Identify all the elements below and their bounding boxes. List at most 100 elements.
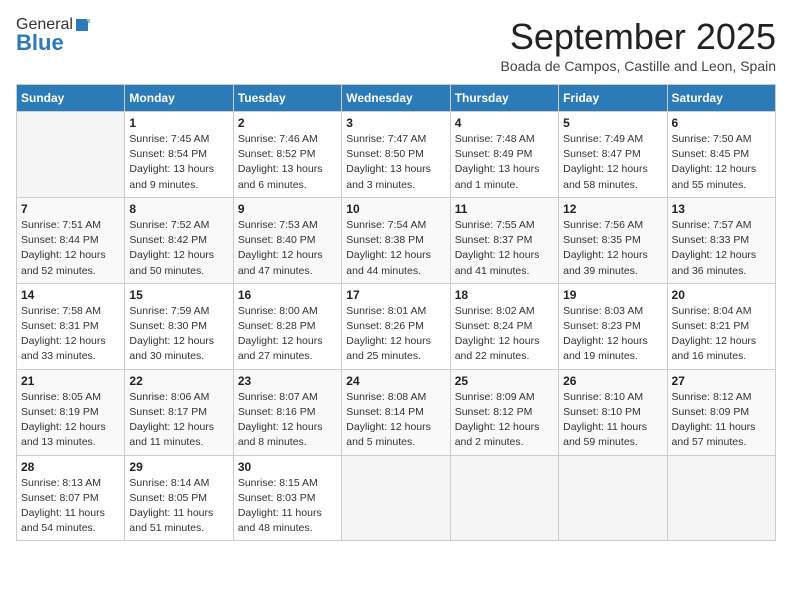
calendar-cell: 6 Sunrise: 7:50 AMSunset: 8:45 PMDaylight… [667,112,775,198]
calendar-cell: 23 Sunrise: 8:07 AMSunset: 8:16 PMDayligh… [233,369,341,455]
day-info: Sunrise: 8:15 AMSunset: 8:03 PMDaylight:… [238,476,337,537]
header-monday: Monday [125,85,233,112]
calendar-cell: 13Sunrise: 7:57 AMSunset: 8:33 PMDayligh… [667,197,775,283]
calendar-cell: 18 Sunrise: 8:02 AMSunset: 8:24 PMDayligh… [450,283,558,369]
calendar-cell: 9Sunrise: 7:53 AMSunset: 8:40 PMDaylight… [233,197,341,283]
day-number: 11 [455,202,554,216]
day-number: 8 [129,202,228,216]
day-info: Sunrise: 8:10 AMSunset: 8:10 PMDaylight:… [563,390,662,451]
day-info: Sunrise: 8:05 AMSunset: 8:19 PMDaylight:… [21,390,120,451]
calendar-cell: 27Sunrise: 8:12 AMSunset: 8:09 PMDayligh… [667,369,775,455]
day-info: Sunrise: 7:58 AMSunset: 8:31 PMDaylight:… [21,304,120,365]
calendar-header: SundayMondayTuesdayWednesdayThursdayFrid… [17,85,776,112]
day-number: 15 [129,288,228,302]
day-info: Sunrise: 7:56 AMSunset: 8:35 PMDaylight:… [563,218,662,279]
day-number: 19 [563,288,662,302]
day-info: Sunrise: 8:02 AMSunset: 8:24 PMDaylight:… [455,304,554,365]
calendar-cell [667,455,775,541]
day-number: 26 [563,374,662,388]
calendar-cell [342,455,450,541]
logo-icon [74,17,90,33]
header-row: SundayMondayTuesdayWednesdayThursdayFrid… [17,85,776,112]
page-header: General Blue September 2025 Boada de Cam… [16,16,776,74]
day-number: 29 [129,460,228,474]
day-info: Sunrise: 8:07 AMSunset: 8:16 PMDaylight:… [238,390,337,451]
header-thursday: Thursday [450,85,558,112]
day-info: Sunrise: 7:50 AMSunset: 8:45 PMDaylight:… [672,132,771,193]
location-title: Boada de Campos, Castille and Leon, Spai… [500,58,776,74]
day-info: Sunrise: 7:54 AMSunset: 8:38 PMDaylight:… [346,218,445,279]
calendar-cell: 8 Sunrise: 7:52 AMSunset: 8:42 PMDaylight… [125,197,233,283]
calendar-cell: 4Sunrise: 7:48 AMSunset: 8:49 PMDaylight… [450,112,558,198]
day-number: 18 [455,288,554,302]
week-row-0: 1 Sunrise: 7:45 AMSunset: 8:54 PMDaylight… [17,112,776,198]
day-number: 27 [672,374,771,388]
day-info: Sunrise: 8:01 AMSunset: 8:26 PMDaylight:… [346,304,445,365]
day-number: 20 [672,288,771,302]
day-number: 22 [129,374,228,388]
day-info: Sunrise: 8:13 AMSunset: 8:07 PMDaylight:… [21,476,120,537]
day-info: Sunrise: 8:08 AMSunset: 8:14 PMDaylight:… [346,390,445,451]
calendar-cell: 16Sunrise: 8:00 AMSunset: 8:28 PMDayligh… [233,283,341,369]
calendar-body: 1 Sunrise: 7:45 AMSunset: 8:54 PMDaylight… [17,112,776,541]
calendar-cell: 17 Sunrise: 8:01 AMSunset: 8:26 PMDayligh… [342,283,450,369]
day-number: 4 [455,116,554,130]
day-number: 16 [238,288,337,302]
week-row-3: 21 Sunrise: 8:05 AMSunset: 8:19 PMDayligh… [17,369,776,455]
calendar-cell: 30 Sunrise: 8:15 AMSunset: 8:03 PMDayligh… [233,455,341,541]
day-number: 30 [238,460,337,474]
day-info: Sunrise: 8:06 AMSunset: 8:17 PMDaylight:… [129,390,228,451]
calendar-cell: 11 Sunrise: 7:55 AMSunset: 8:37 PMDayligh… [450,197,558,283]
header-sunday: Sunday [17,85,125,112]
calendar-cell: 19 Sunrise: 8:03 AMSunset: 8:23 PMDayligh… [559,283,667,369]
header-friday: Friday [559,85,667,112]
calendar-cell: 1 Sunrise: 7:45 AMSunset: 8:54 PMDaylight… [125,112,233,198]
calendar-cell: 3Sunrise: 7:47 AMSunset: 8:50 PMDaylight… [342,112,450,198]
calendar-cell: 22 Sunrise: 8:06 AMSunset: 8:17 PMDayligh… [125,369,233,455]
day-number: 13 [672,202,771,216]
day-number: 24 [346,374,445,388]
day-number: 6 [672,116,771,130]
day-info: Sunrise: 7:45 AMSunset: 8:54 PMDaylight:… [129,132,228,193]
day-number: 5 [563,116,662,130]
day-number: 7 [21,202,120,216]
calendar-cell: 12 Sunrise: 7:56 AMSunset: 8:35 PMDayligh… [559,197,667,283]
calendar-cell [450,455,558,541]
day-number: 12 [563,202,662,216]
day-number: 17 [346,288,445,302]
calendar-cell: 14 Sunrise: 7:58 AMSunset: 8:31 PMDayligh… [17,283,125,369]
calendar-cell: 26 Sunrise: 8:10 AMSunset: 8:10 PMDayligh… [559,369,667,455]
header-wednesday: Wednesday [342,85,450,112]
day-info: Sunrise: 7:47 AMSunset: 8:50 PMDaylight:… [346,132,445,193]
calendar-cell [559,455,667,541]
day-number: 14 [21,288,120,302]
day-info: Sunrise: 7:52 AMSunset: 8:42 PMDaylight:… [129,218,228,279]
day-number: 23 [238,374,337,388]
calendar-cell: 2 Sunrise: 7:46 AMSunset: 8:52 PMDaylight… [233,112,341,198]
week-row-2: 14 Sunrise: 7:58 AMSunset: 8:31 PMDayligh… [17,283,776,369]
day-info: Sunrise: 8:14 AMSunset: 8:05 PMDaylight:… [129,476,228,537]
day-info: Sunrise: 8:03 AMSunset: 8:23 PMDaylight:… [563,304,662,365]
day-info: Sunrise: 8:09 AMSunset: 8:12 PMDaylight:… [455,390,554,451]
calendar-cell [17,112,125,198]
header-tuesday: Tuesday [233,85,341,112]
calendar-table: SundayMondayTuesdayWednesdayThursdayFrid… [16,84,776,541]
day-info: Sunrise: 7:46 AMSunset: 8:52 PMDaylight:… [238,132,337,193]
day-number: 28 [21,460,120,474]
day-info: Sunrise: 7:49 AMSunset: 8:47 PMDaylight:… [563,132,662,193]
day-number: 2 [238,116,337,130]
calendar-cell: 20 Sunrise: 8:04 AMSunset: 8:21 PMDayligh… [667,283,775,369]
day-number: 10 [346,202,445,216]
day-number: 21 [21,374,120,388]
week-row-4: 28 Sunrise: 8:13 AMSunset: 8:07 PMDayligh… [17,455,776,541]
calendar-cell: 15Sunrise: 7:59 AMSunset: 8:30 PMDayligh… [125,283,233,369]
logo-blue-text: Blue [16,30,64,56]
calendar-cell: 28 Sunrise: 8:13 AMSunset: 8:07 PMDayligh… [17,455,125,541]
calendar-cell: 25Sunrise: 8:09 AMSunset: 8:12 PMDayligh… [450,369,558,455]
calendar-cell: 10 Sunrise: 7:54 AMSunset: 8:38 PMDayligh… [342,197,450,283]
day-info: Sunrise: 8:04 AMSunset: 8:21 PMDaylight:… [672,304,771,365]
day-number: 1 [129,116,228,130]
logo: General Blue [16,16,91,56]
day-info: Sunrise: 7:55 AMSunset: 8:37 PMDaylight:… [455,218,554,279]
day-info: Sunrise: 7:53 AMSunset: 8:40 PMDaylight:… [238,218,337,279]
